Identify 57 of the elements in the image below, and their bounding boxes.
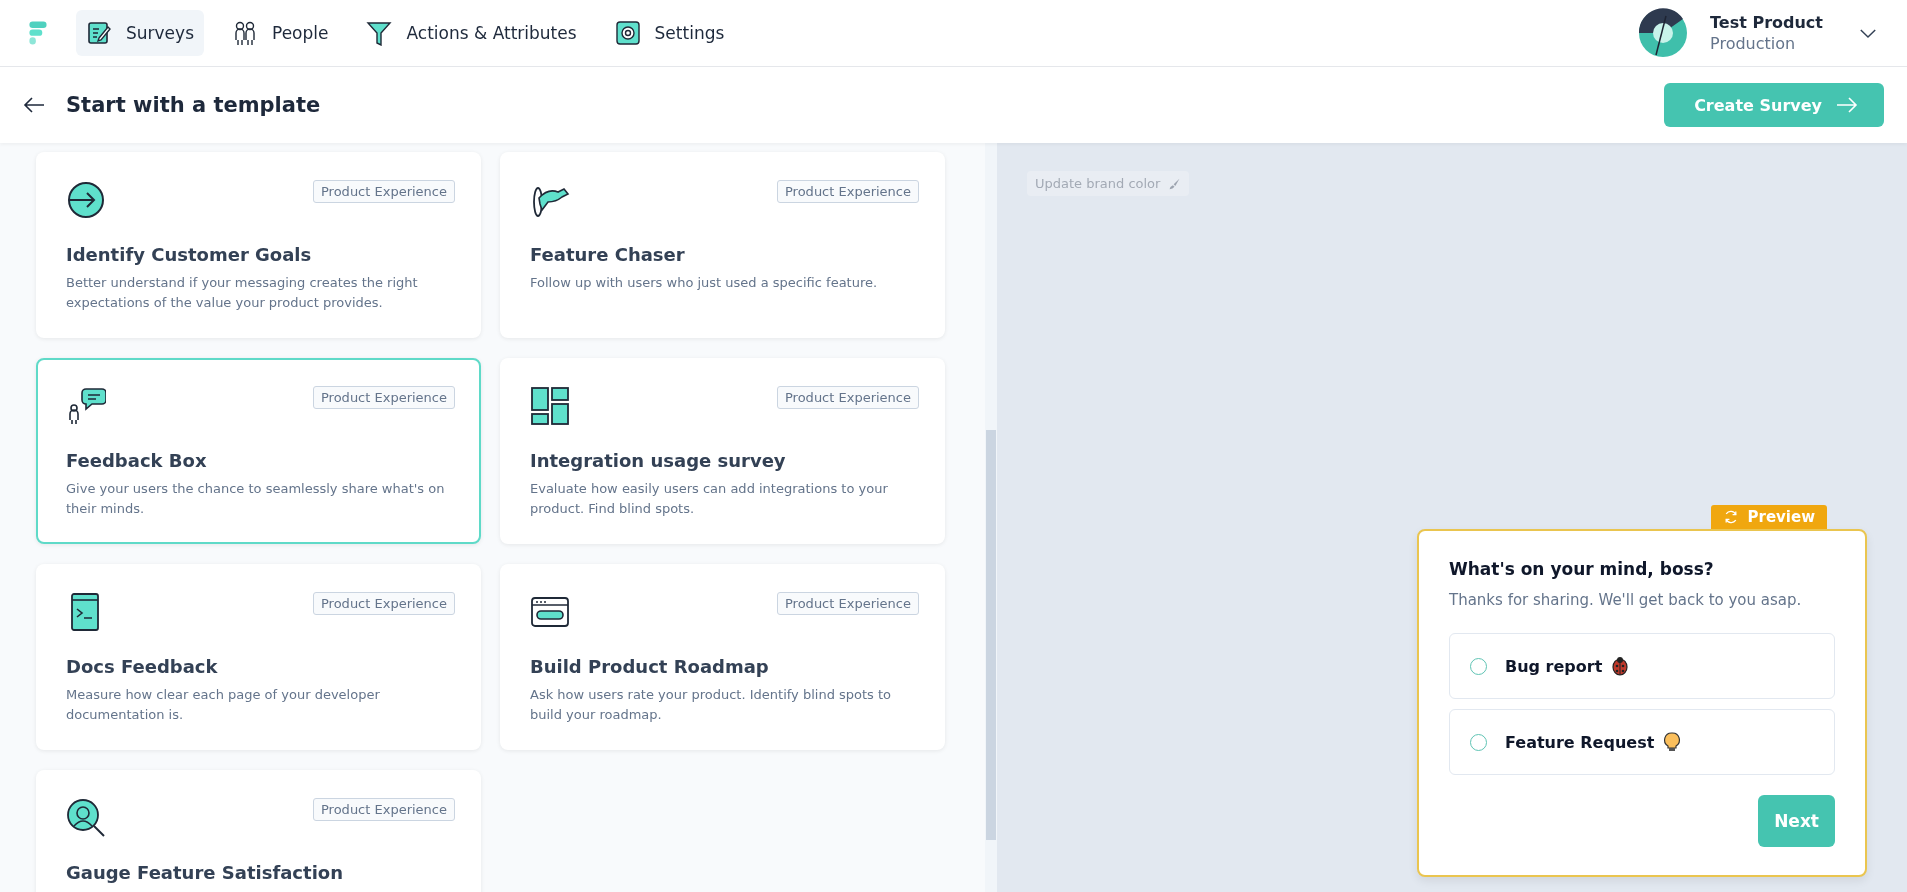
product-avatar-icon	[1638, 8, 1689, 58]
template-description: Better understand if your messaging creates the right expectations of the value your product provides.	[66, 274, 419, 312]
answer-option[interactable]: Bug report	[1449, 633, 1835, 699]
clipboard-pencil-icon	[86, 20, 112, 46]
template-title: Feature Chaser	[530, 244, 686, 265]
template-card[interactable]: Product Experience Gauge Feature Satisfaction	[36, 770, 481, 892]
template-title: Integration usage survey	[530, 450, 787, 471]
category-tag: Product Experience	[777, 386, 919, 409]
people-icon	[232, 20, 258, 46]
answer-option[interactable]: Feature Request	[1449, 709, 1835, 775]
product-switcher[interactable]: Test Product Production	[1638, 8, 1907, 58]
template-title: Build Product Roadmap	[530, 656, 770, 677]
person-speech-bubble-icon	[66, 386, 106, 426]
category-tag: Product Experience	[313, 592, 455, 615]
category-tag: Product Experience	[313, 386, 455, 409]
template-card[interactable]: Product Experience Feedback Box Give your users the chance to seamlessly share what's on their minds.	[36, 358, 481, 544]
funnel-icon	[366, 20, 393, 46]
template-card[interactable]: Product Experience Build Product Roadmap Ask how users rate your product. Identify blind spots to build your roadmap.	[500, 564, 945, 750]
gear-icon	[614, 20, 641, 46]
template-description: Follow up with users who just used a specific feature.	[530, 274, 879, 292]
category-tag: Product Experience	[313, 798, 455, 821]
option-label: Bug report	[1505, 656, 1603, 676]
arrow-in-circle-icon	[66, 180, 106, 220]
template-description: Measure how clear each page of your developer documentation is.	[66, 686, 381, 724]
chevron-down-icon	[1859, 27, 1877, 39]
nav-tab[interactable]: People	[222, 10, 339, 56]
arrow-right-icon	[1836, 96, 1858, 114]
scrollbar[interactable]	[985, 143, 997, 892]
page-title: Start with a template	[66, 93, 321, 117]
environment-name: Production	[1710, 34, 1797, 53]
template-title: Docs Feedback	[66, 656, 219, 677]
scrollbar-thumb[interactable]	[986, 430, 996, 840]
template-description: Evaluate how easily users can add integrations to your product. Find blind spots.	[530, 480, 889, 518]
category-tag: Product Experience	[777, 592, 919, 615]
nav-tab[interactable]: Surveys	[76, 10, 204, 56]
nav-tab[interactable]: Actions & Attributes	[356, 10, 587, 56]
product-name: Test Product	[1710, 13, 1823, 32]
template-title: Identify Customer Goals	[66, 244, 313, 265]
question-subheader: Thanks for sharing. We'll get back to you asap.	[1449, 591, 1803, 609]
template-card[interactable]: Product Experience Integration usage survey Evaluate how easily users can add integrations to your product. Find blind spots.	[500, 358, 945, 544]
question-heading: What's on your mind, boss?	[1449, 559, 1715, 579]
template-title: Gauge Feature Satisfaction	[66, 862, 344, 883]
template-card[interactable]: Product Experience Docs Feedback Measure how clear each page of your developer documentation is.	[36, 564, 481, 750]
nav-tab[interactable]: Settings	[604, 10, 735, 56]
template-description: Give your users the chance to seamlessly share what's on their minds.	[66, 480, 446, 518]
back-arrow-icon[interactable]	[22, 95, 46, 115]
option-label: Feature Request	[1505, 732, 1655, 752]
person-magnifier-icon	[66, 798, 106, 838]
template-description: Ask how users rate your product. Identify blind spots to build your roadmap.	[530, 686, 893, 724]
ladybug-icon	[1610, 656, 1631, 676]
template-title: Feedback Box	[66, 450, 208, 471]
layout-grid-icon	[530, 386, 570, 426]
category-tag: Product Experience	[313, 180, 455, 203]
lightbulb-icon	[1662, 732, 1683, 752]
template-card[interactable]: Product Experience Feature Chaser Follow up with users who just used a specific feature.	[500, 152, 945, 338]
template-card[interactable]: Product Experience Identify Customer Goals Better understand if your messaging creates the right expectations of the value your product provides.	[36, 152, 481, 338]
category-tag: Product Experience	[777, 180, 919, 203]
